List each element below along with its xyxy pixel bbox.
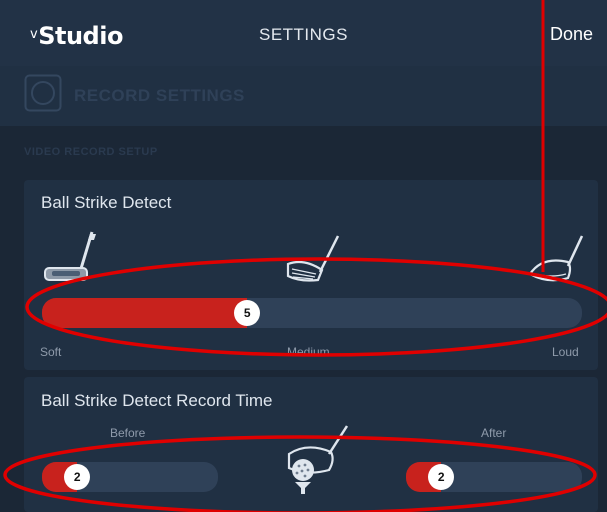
- slider-knob[interactable]: 5: [234, 300, 261, 326]
- ball-strike-detect-label: Ball Strike Detect: [41, 193, 172, 212]
- done-button[interactable]: Done: [550, 24, 593, 45]
- iron-icon: [286, 235, 340, 282]
- golf-ball-club-icon: [287, 425, 349, 494]
- record-settings-title: RECORD SETTINGS: [74, 86, 245, 105]
- record-time-label: Ball Strike Detect Record Time: [41, 391, 273, 410]
- soft-label: Soft: [40, 345, 62, 359]
- medium-label: Medium: [287, 345, 330, 359]
- after-slider-knob[interactable]: 2: [428, 464, 455, 490]
- ball-strike-detect-slider[interactable]: [42, 298, 582, 328]
- slider-fill: [42, 298, 248, 328]
- camera-icon: [24, 74, 62, 112]
- after-label: After: [481, 426, 507, 440]
- page-title: SETTINGS: [258, 25, 348, 44]
- before-label: Before: [110, 426, 146, 440]
- loud-label: Loud: [552, 345, 579, 359]
- driver-icon: [528, 235, 584, 282]
- video-record-setup-subheader: VIDEO RECORD SETUP: [24, 146, 158, 158]
- before-slider-knob[interactable]: 2: [64, 464, 91, 490]
- putter-icon: [44, 231, 96, 281]
